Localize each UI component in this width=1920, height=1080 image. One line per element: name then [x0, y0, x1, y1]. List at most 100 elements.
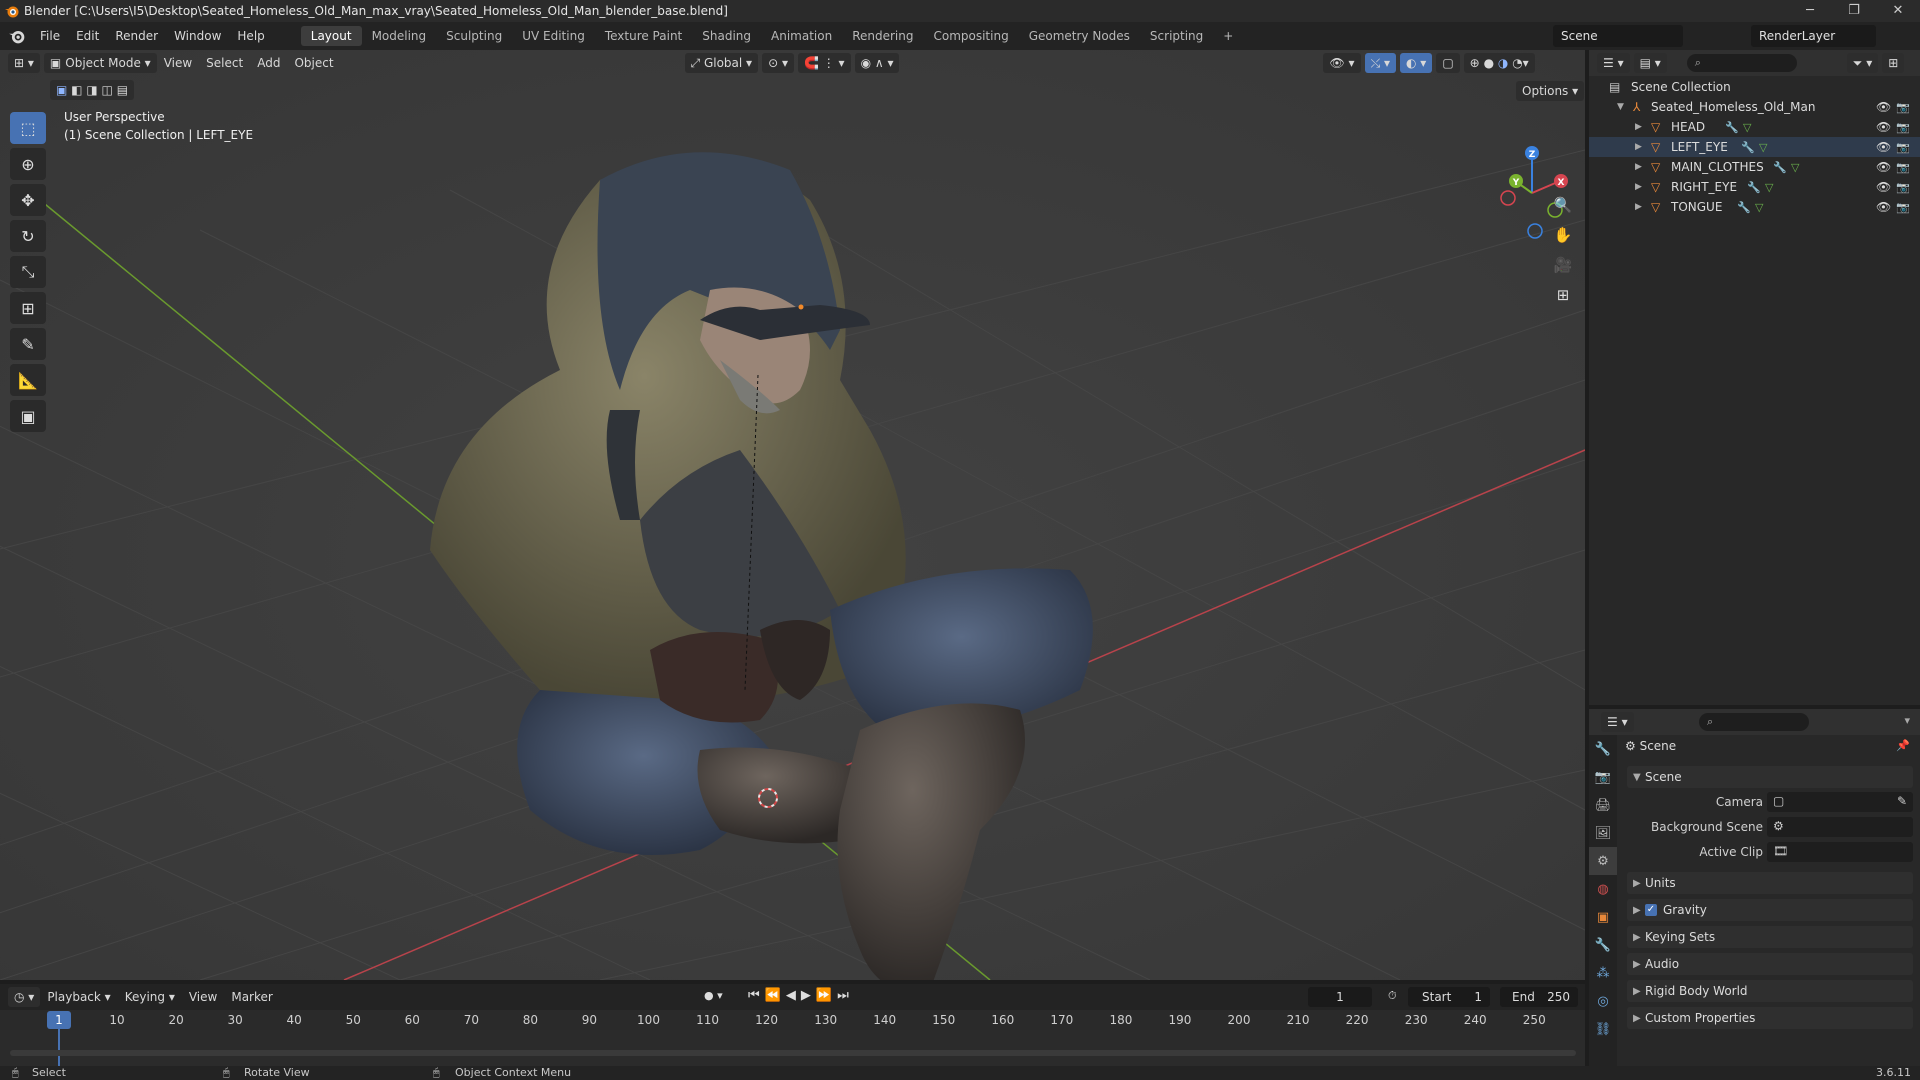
- menu-object[interactable]: Object: [287, 56, 340, 70]
- outliner-row-scene-collection[interactable]: ▤ Scene Collection: [1589, 77, 1920, 97]
- pivot-point-icon[interactable]: ⊙ ▾: [762, 53, 794, 73]
- blender-menu-icon[interactable]: [8, 27, 26, 45]
- minimize-button[interactable]: ─: [1788, 0, 1832, 22]
- transform-tool-icon[interactable]: ⊞: [10, 292, 46, 324]
- mesh-data-icon[interactable]: ▽: [1791, 161, 1799, 174]
- xray-toggle-icon[interactable]: ▢: [1436, 53, 1460, 73]
- tab-scripting[interactable]: Scripting: [1140, 26, 1213, 46]
- visibility-eye-icon[interactable]: 👁: [1876, 200, 1891, 214]
- mesh-data-icon[interactable]: ▽: [1765, 181, 1773, 194]
- view-menu[interactable]: View: [182, 990, 224, 1004]
- tab-uv-editing[interactable]: UV Editing: [512, 26, 595, 46]
- menu-add[interactable]: Add: [250, 56, 287, 70]
- object-tab-icon[interactable]: ▣: [1589, 903, 1617, 931]
- expand-icon[interactable]: ▶: [1635, 202, 1642, 212]
- start-frame-field[interactable]: Start 1: [1408, 987, 1490, 1007]
- rendered-shading-icon[interactable]: ◔: [1512, 56, 1522, 70]
- tab-animation[interactable]: Animation: [761, 26, 842, 46]
- timeline-scrollbar[interactable]: [10, 1050, 1576, 1056]
- visibility-eye-icon[interactable]: 👁: [1876, 160, 1891, 174]
- render-camera-icon[interactable]: 📷: [1896, 141, 1910, 154]
- add-workspace-button[interactable]: +: [1213, 26, 1243, 46]
- modifier-wrench-icon[interactable]: 🔧: [1741, 141, 1755, 154]
- jump-end-icon[interactable]: ⏭: [837, 988, 854, 1003]
- render-camera-icon[interactable]: 📷: [1896, 161, 1910, 174]
- gizmo-toggle-icon[interactable]: ⤯ ▾: [1364, 53, 1397, 73]
- maximize-button[interactable]: ❐: [1832, 0, 1876, 22]
- outliner-row-right-eye[interactable]: ▶ ▽ RIGHT_EYE 🔧 ▽ 👁 📷: [1589, 177, 1920, 197]
- playback-menu[interactable]: Playback ▾: [40, 990, 117, 1004]
- camera-view-icon[interactable]: 🎥: [1550, 252, 1576, 278]
- modifier-wrench-icon[interactable]: 🔧: [1725, 121, 1739, 134]
- timeline-editor-type-button[interactable]: ◷ ▾: [8, 987, 41, 1007]
- scene-panel-header[interactable]: ▼ Scene: [1627, 766, 1913, 788]
- measure-tool-icon[interactable]: 📐: [10, 364, 46, 396]
- proportional-edit-icon[interactable]: ◉ ∧ ▾: [854, 53, 900, 73]
- visibility-icon[interactable]: 👁 ▾: [1323, 53, 1361, 73]
- filter-icon[interactable]: ⏷ ▾: [1846, 53, 1879, 73]
- menu-edit[interactable]: Edit: [68, 29, 107, 43]
- expand-icon[interactable]: ▶: [1635, 162, 1642, 172]
- jump-start-icon[interactable]: ⏮: [748, 988, 765, 1003]
- marker-menu[interactable]: Marker: [224, 990, 279, 1004]
- view-layer-tab-icon[interactable]: 🖼: [1589, 819, 1617, 847]
- move-tool-icon[interactable]: ✥: [10, 184, 46, 216]
- tab-modeling[interactable]: Modeling: [362, 26, 437, 46]
- menu-view[interactable]: View: [157, 56, 199, 70]
- outliner-row-collection[interactable]: ▼ ⅄ Seated_Homeless_Old_Man 👁 📷: [1589, 97, 1920, 117]
- background-scene-field[interactable]: ⚙: [1767, 817, 1913, 837]
- cursor-tool-icon[interactable]: ⊕: [10, 148, 46, 180]
- prev-keyframe-icon[interactable]: ⏪: [765, 988, 786, 1003]
- select-extend-icon[interactable]: ◧: [71, 83, 82, 97]
- physics-tab-icon[interactable]: ◎: [1589, 987, 1617, 1015]
- gravity-checkbox[interactable]: ✓: [1645, 904, 1657, 916]
- menu-file[interactable]: File: [32, 29, 68, 43]
- select-difference-icon[interactable]: ◫: [102, 83, 113, 97]
- editor-type-button[interactable]: ⊞ ▾: [8, 53, 40, 73]
- visibility-eye-icon[interactable]: 👁: [1876, 180, 1891, 194]
- output-tab-icon[interactable]: 🖨: [1589, 791, 1617, 819]
- new-collection-icon[interactable]: ⊞: [1882, 53, 1905, 73]
- current-frame-indicator[interactable]: 1: [47, 1011, 71, 1029]
- outliner-row-tongue[interactable]: ▶ ▽ TONGUE 🔧 ▽ 👁 📷: [1589, 197, 1920, 217]
- world-tab-icon[interactable]: ◍: [1589, 875, 1617, 903]
- tool-tab-icon[interactable]: 🔧: [1589, 735, 1617, 763]
- constraints-tab-icon[interactable]: ⛓: [1589, 1015, 1617, 1043]
- scene-selector[interactable]: Scene: [1553, 25, 1683, 47]
- wireframe-shading-icon[interactable]: ⊕: [1470, 56, 1480, 70]
- zoom-icon[interactable]: 🔍: [1550, 192, 1576, 218]
- outliner-row-main-clothes[interactable]: ▶ ▽ MAIN_CLOTHES 🔧 ▽ 👁 📷: [1589, 157, 1920, 177]
- next-keyframe-icon[interactable]: ⏩: [816, 988, 837, 1003]
- tab-sculpting[interactable]: Sculpting: [436, 26, 512, 46]
- visibility-eye-icon[interactable]: 👁: [1876, 120, 1891, 134]
- modifier-tab-icon[interactable]: 🔧: [1589, 931, 1617, 959]
- tab-layout[interactable]: Layout: [300, 26, 362, 46]
- overlay-toggle-icon[interactable]: ◐ ▾: [1400, 53, 1433, 73]
- audio-panel-header[interactable]: ▶ Audio: [1627, 953, 1913, 975]
- record-keyframe-icon[interactable]: ● ▾: [704, 989, 723, 1002]
- select-new-icon[interactable]: ▣: [56, 83, 67, 97]
- keying-menu[interactable]: Keying ▾: [118, 990, 182, 1004]
- display-mode-button[interactable]: ▤ ▾: [1633, 53, 1667, 73]
- perspective-toggle-icon[interactable]: ⊞: [1550, 282, 1576, 308]
- solid-shading-icon[interactable]: ●: [1484, 56, 1494, 70]
- expand-icon[interactable]: ▶: [1635, 182, 1642, 192]
- frame-ruler[interactable]: 10 20 30 40 50 60 70 80 90 100 110 120 130 140 150 160 1…: [0, 1010, 1585, 1030]
- end-frame-field[interactable]: End 250: [1500, 987, 1578, 1007]
- annotate-tool-icon[interactable]: ✎: [10, 328, 46, 360]
- mesh-data-icon[interactable]: ▽: [1743, 121, 1751, 134]
- menu-render[interactable]: Render: [107, 29, 166, 43]
- outliner-search-input[interactable]: ⌕: [1686, 54, 1797, 72]
- render-camera-icon[interactable]: 📷: [1896, 201, 1910, 214]
- selection-mode-buttons[interactable]: ▣ ◧ ◨ ◫ ▤: [50, 80, 135, 100]
- properties-editor-type-button[interactable]: ☰ ▾: [1601, 712, 1634, 732]
- add-cube-tool-icon[interactable]: ▣: [10, 400, 46, 432]
- render-camera-icon[interactable]: 📷: [1896, 121, 1910, 134]
- outliner-editor-type-button[interactable]: ☰ ▾: [1597, 53, 1630, 73]
- options-button[interactable]: Options ▾: [1516, 81, 1585, 101]
- visibility-eye-icon[interactable]: 👁: [1876, 140, 1891, 154]
- expand-icon[interactable]: ▶: [1635, 122, 1642, 132]
- chevron-down-icon[interactable]: ▾: [1904, 714, 1910, 727]
- particles-tab-icon[interactable]: ⁂: [1589, 959, 1617, 987]
- modifier-wrench-icon[interactable]: 🔧: [1737, 201, 1751, 214]
